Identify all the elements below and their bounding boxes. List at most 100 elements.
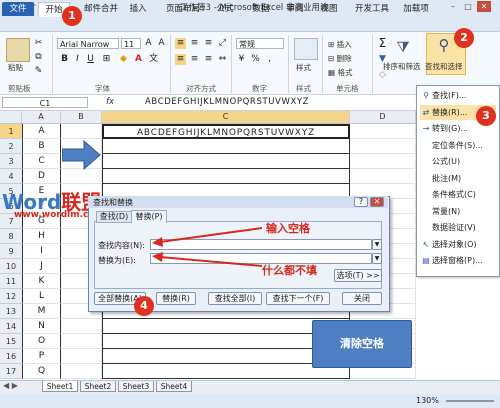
options-button[interactable]: 选项(T) >>: [334, 269, 382, 282]
font-size-select[interactable]: 11: [121, 38, 141, 49]
autosum-icon[interactable]: Σ: [377, 37, 388, 49]
replace-button[interactable]: 替换(R): [156, 292, 196, 305]
zoom-level[interactable]: 130%: [416, 396, 439, 405]
tab-formulas[interactable]: 公式: [212, 2, 238, 16]
tab-review[interactable]: 审阅: [282, 2, 308, 16]
menu-item-comments[interactable]: 批注(M): [420, 171, 496, 186]
cell-d[interactable]: [350, 139, 416, 154]
sheet-tab-3[interactable]: Sheet3: [118, 381, 154, 392]
grow-font-icon[interactable]: A: [143, 38, 154, 49]
row-header[interactable]: 13: [0, 304, 22, 319]
tab-find[interactable]: 查找(D): [96, 211, 132, 223]
cell-a[interactable]: A: [22, 124, 61, 139]
menu-item-selection-pane[interactable]: ▤ 选择窗格(P)...: [420, 253, 496, 268]
maximize-button[interactable]: □: [461, 1, 475, 12]
cut-icon[interactable]: ✂: [33, 38, 44, 49]
cell-c[interactable]: [102, 154, 350, 169]
align-left-icon[interactable]: ≡: [189, 54, 200, 65]
align-right-icon[interactable]: ≡: [203, 54, 214, 65]
cell-c1[interactable]: ABCDEFGHIJKLMNOPQRSTUVWXYZ: [102, 124, 350, 139]
tab-addins[interactable]: 加载项: [398, 2, 434, 16]
comma-icon[interactable]: ,: [264, 54, 275, 65]
tab-mail-merge[interactable]: 邮件合并: [77, 2, 125, 16]
select-all-corner[interactable]: [0, 111, 22, 123]
row-header[interactable]: 8: [0, 229, 22, 244]
name-box[interactable]: C1: [2, 97, 88, 108]
cell-c[interactable]: [102, 139, 350, 154]
find-dropdown-icon[interactable]: ▼: [372, 239, 382, 250]
column-header-d[interactable]: D: [350, 111, 416, 123]
zoom-slider[interactable]: [446, 400, 494, 402]
align-middle-icon[interactable]: ≡: [189, 38, 200, 49]
currency-icon[interactable]: ¥: [236, 54, 247, 65]
column-header-c[interactable]: C: [102, 111, 350, 123]
cell-a[interactable]: C: [22, 154, 61, 169]
phonetic-icon[interactable]: 文: [148, 54, 159, 65]
cell-a[interactable]: B: [22, 139, 61, 154]
row-header[interactable]: 16: [0, 349, 22, 364]
tab-insert[interactable]: 插入: [125, 2, 151, 16]
tab-developer[interactable]: 开发工具: [350, 2, 394, 16]
cell-b[interactable]: [61, 334, 102, 349]
format-painter-icon[interactable]: ✎: [33, 66, 44, 77]
align-top-icon[interactable]: ≡: [175, 38, 186, 49]
copy-icon[interactable]: ⧉: [33, 52, 44, 63]
row-header[interactable]: 9: [0, 244, 22, 259]
cell-a[interactable]: Q: [22, 364, 61, 379]
align-center-icon[interactable]: ≡: [175, 54, 186, 65]
formula-input[interactable]: ABCDEFGHIJKLMNOPQRSTUVWXYZ: [145, 97, 309, 107]
sheet-tab-4[interactable]: Sheet4: [156, 381, 192, 392]
tab-view[interactable]: 视图: [316, 2, 342, 16]
cell-a[interactable]: L: [22, 289, 61, 304]
column-header-b[interactable]: B: [61, 111, 102, 123]
cell-a[interactable]: J: [22, 259, 61, 274]
paste-icon[interactable]: [6, 38, 30, 62]
row-header[interactable]: 2: [0, 139, 22, 154]
replace-dropdown-icon[interactable]: ▼: [372, 253, 382, 264]
find-next-button[interactable]: 查找下一个(F): [266, 292, 330, 305]
cell-b[interactable]: [61, 169, 102, 184]
tab-page-layout[interactable]: 页面布局: [160, 2, 206, 16]
cell-c[interactable]: [102, 169, 350, 184]
sheet-tab-2[interactable]: Sheet2: [80, 381, 116, 392]
align-bottom-icon[interactable]: ≡: [203, 38, 214, 49]
menu-item-goto-special[interactable]: 定位条件(S)...: [420, 138, 496, 153]
row-header[interactable]: 3: [0, 154, 22, 169]
bold-icon[interactable]: B: [59, 54, 70, 65]
styles-icon[interactable]: [294, 38, 318, 60]
sort-filter-button[interactable]: 排序和筛选: [383, 61, 421, 72]
cell-d[interactable]: [350, 124, 416, 139]
column-header-a[interactable]: A: [22, 111, 61, 123]
row-header[interactable]: 10: [0, 259, 22, 274]
fill-color-icon[interactable]: ◆: [118, 54, 129, 65]
font-color-icon[interactable]: A: [133, 54, 144, 65]
cell-a[interactable]: H: [22, 229, 61, 244]
tab-file[interactable]: 文件: [2, 2, 34, 16]
cell-a[interactable]: M: [22, 304, 61, 319]
cell-b[interactable]: [61, 319, 102, 334]
cell-a[interactable]: K: [22, 274, 61, 289]
italic-icon[interactable]: I: [72, 54, 83, 65]
help-button[interactable]: ?: [354, 197, 368, 207]
row-header[interactable]: 12: [0, 289, 22, 304]
fx-icon[interactable]: fx: [106, 97, 114, 107]
styles-button[interactable]: 样式: [296, 62, 311, 73]
cell-d[interactable]: [350, 169, 416, 184]
orientation-icon[interactable]: ⤢: [217, 38, 228, 49]
cell-b[interactable]: [61, 349, 102, 364]
insert-cells-button[interactable]: ⊞ 插入: [328, 39, 352, 50]
tab-data[interactable]: 数据: [248, 2, 274, 16]
dialog-close-icon[interactable]: ✕: [370, 197, 384, 207]
close-dialog-button[interactable]: 关闭: [342, 292, 382, 305]
menu-item-constants[interactable]: 常量(N): [420, 204, 496, 219]
row-header[interactable]: 15: [0, 334, 22, 349]
menu-item-formulas[interactable]: 公式(U): [420, 154, 496, 169]
sort-filter-icon[interactable]: ⧩: [394, 38, 412, 56]
merge-icon[interactable]: ⇔: [217, 54, 228, 65]
menu-item-data-validation[interactable]: 数据验证(V): [420, 220, 496, 235]
shrink-font-icon[interactable]: A: [156, 38, 167, 49]
row-header[interactable]: 4: [0, 169, 22, 184]
menu-item-select-objects[interactable]: ↖ 选择对象(O): [420, 237, 496, 252]
font-name-select[interactable]: Arial Narrow: [57, 38, 119, 49]
sheet-tab-1[interactable]: Sheet1: [42, 381, 78, 392]
